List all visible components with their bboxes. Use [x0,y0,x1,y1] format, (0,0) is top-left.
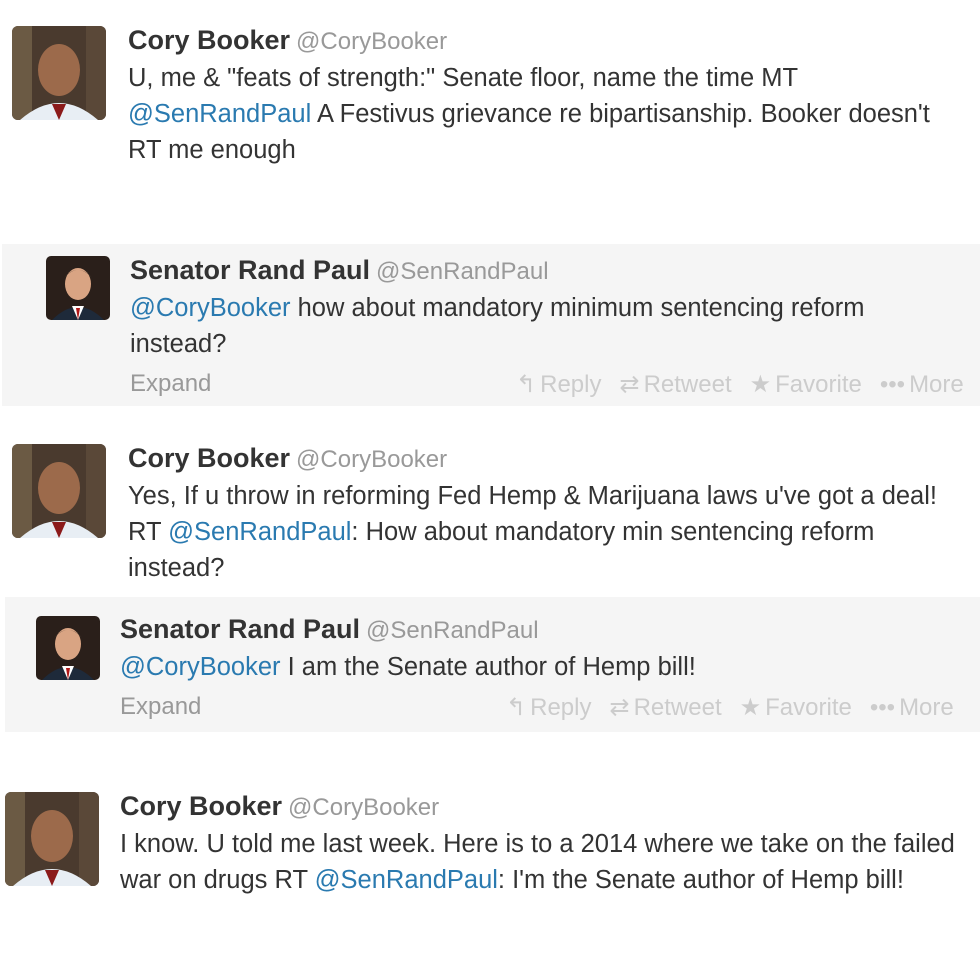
tweet-header: Cory Booker @CoryBooker [120,790,980,824]
tweet-footer: Expand ↰ Reply ⇄ Retweet ★ Favorite ••• More [130,366,980,402]
author-name[interactable]: Cory Booker [128,25,290,55]
tweet-actions: ↰ Reply ⇄ Retweet ★ Favorite ••• More [506,693,972,722]
tweet-header: Cory Booker @CoryBooker [128,442,980,476]
author-username[interactable]: @CoryBooker [296,446,447,473]
tweet-actions: ↰ Reply ⇄ Retweet ★ Favorite ••• More [516,370,980,399]
tweet-text: @CoryBooker I am the Senate author of He… [120,649,960,685]
reply-icon: ↰ [506,694,527,721]
text-segment: : I'm the Senate author of Hemp bill! [497,866,904,894]
star-icon: ★ [739,694,762,721]
more-button[interactable]: ••• More [880,371,964,399]
tweet-cory-booker-1: Cory Booker @CoryBooker U, me & "feats of… [0,0,980,200]
mention-link[interactable]: @SenRandPaul [128,100,311,128]
favorite-button[interactable]: ★ Favorite [750,370,862,399]
reply-button[interactable]: ↰ Reply [506,693,591,722]
cory-booker-avatar[interactable] [12,26,106,120]
author-username[interactable]: @CoryBooker [288,794,439,821]
mention-link[interactable]: @CoryBooker [120,653,281,681]
rand-paul-avatar[interactable] [46,256,110,320]
author-name[interactable]: Cory Booker [128,443,290,473]
author-username[interactable]: @SenRandPaul [376,258,548,285]
author-name[interactable]: Senator Rand Paul [120,614,360,644]
more-button[interactable]: ••• More [870,694,954,722]
more-dots-icon: ••• [869,694,896,721]
cory-booker-avatar[interactable] [5,792,99,886]
tweet-header: Senator Rand Paul @SenRandPaul [120,613,980,647]
tweet-header: Cory Booker @CoryBooker [128,24,980,58]
tweet-cory-booker-3: Cory Booker @CoryBooker I know. U told me… [0,770,980,976]
retweet-button[interactable]: ⇄ Retweet [619,370,731,399]
expand-link[interactable]: Expand [120,693,201,721]
retweet-icon: ⇄ [619,371,640,398]
mention-link[interactable]: @CoryBooker [130,294,291,322]
text-segment: U, me & "feats of strength:" Senate floo… [128,64,798,92]
tweet-rand-paul-1: Senator Rand Paul @SenRandPaul @CoryBooke… [2,244,980,406]
author-name[interactable]: Cory Booker [120,791,282,821]
reply-icon: ↰ [516,371,537,398]
star-icon: ★ [749,371,772,398]
author-username[interactable]: @SenRandPaul [366,617,538,644]
tweet-rand-paul-2: Senator Rand Paul @SenRandPaul @CoryBooke… [5,597,980,732]
author-name[interactable]: Senator Rand Paul [130,255,370,285]
expand-link[interactable]: Expand [130,370,211,398]
mention-link[interactable]: @SenRandPaul [315,866,498,894]
author-username[interactable]: @CoryBooker [296,28,447,55]
rand-paul-avatar[interactable] [36,616,100,680]
tweet-text: I know. U told me last week. Here is to … [120,826,965,898]
mention-link[interactable]: @SenRandPaul [168,518,351,546]
retweet-button[interactable]: ⇄ Retweet [609,693,721,722]
tweet-footer: Expand ↰ Reply ⇄ Retweet ★ Favorite ••• More [120,689,980,725]
tweet-text: U, me & "feats of strength:" Senate floo… [128,60,968,168]
retweet-icon: ⇄ [609,694,630,721]
text-segment: I am the Senate author of Hemp bill! [280,653,696,681]
favorite-button[interactable]: ★ Favorite [740,693,852,722]
tweet-text: Yes, If u throw in reforming Fed Hemp & … [128,478,968,586]
tweet-header: Senator Rand Paul @SenRandPaul [130,254,980,288]
cory-booker-avatar[interactable] [12,444,106,538]
tweet-text: @CoryBooker how about mandatory minimum … [130,290,950,362]
more-dots-icon: ••• [879,371,906,398]
reply-button[interactable]: ↰ Reply [516,370,601,399]
tweet-cory-booker-2: Cory Booker @CoryBooker Yes, If u throw i… [0,420,980,590]
